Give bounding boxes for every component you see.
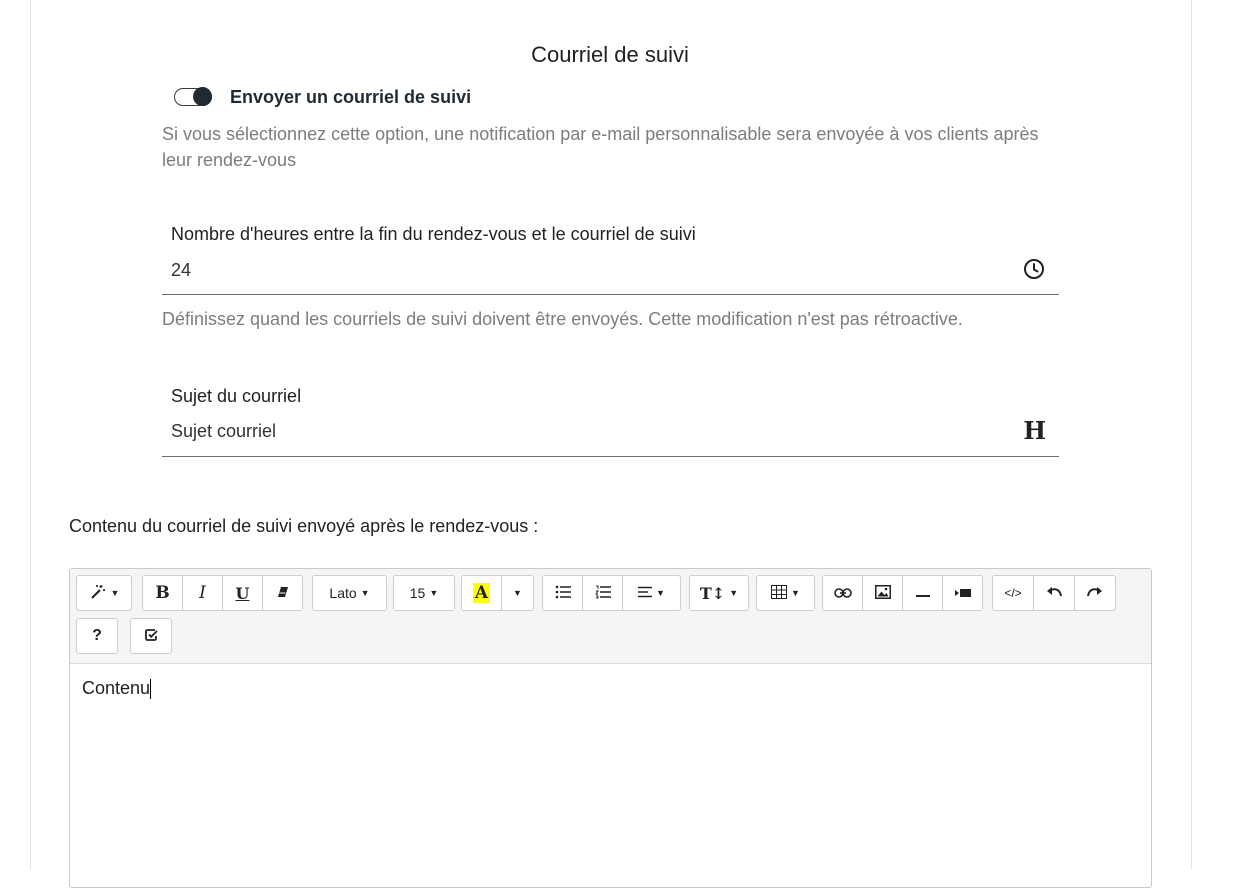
bullet-list-icon — [555, 585, 571, 602]
follow-up-toggle-row: Envoyer un courriel de suivi — [174, 85, 471, 109]
color-group: A ▼ — [461, 575, 534, 611]
hours-help-text: Définissez quand les courriels de suivi … — [162, 309, 963, 329]
numbered-list-icon — [594, 585, 611, 602]
eraser-icon — [276, 585, 290, 602]
italic-button[interactable]: I — [182, 575, 223, 611]
subject-input[interactable]: Sujet courriel — [171, 421, 276, 442]
table-group: ▼ — [756, 575, 815, 611]
clock-icon — [1022, 257, 1046, 286]
font-name-group: Lato ▼ — [312, 575, 387, 611]
subject-field-label: Sujet du courriel — [171, 386, 302, 406]
color-dropdown-button[interactable]: ▼ — [501, 575, 534, 611]
align-dropdown[interactable]: ▼ — [622, 575, 681, 611]
table-dropdown[interactable]: ▼ — [756, 575, 815, 611]
editor-content-text: Contenu — [82, 678, 151, 698]
toggle-knob — [193, 87, 212, 106]
font-size-value: 15 — [409, 585, 426, 601]
subject-field: Sujet du courriel Sujet courriel H — [162, 386, 1059, 457]
section-title: Courriel de suivi — [531, 42, 689, 67]
style-group: ▼ — [76, 575, 132, 611]
magic-wand-icon — [89, 583, 107, 604]
line-height-dropdown[interactable]: T↕ ▼ — [689, 575, 749, 611]
hours-field: Nombre d'heures entre la fin du rendez-v… — [162, 224, 1059, 295]
hours-input[interactable]: 24 — [171, 260, 191, 281]
redo-button[interactable] — [1074, 575, 1116, 611]
undo-icon — [1046, 585, 1062, 601]
content-label: Contenu du courriel de suivi envoyé aprè… — [69, 516, 539, 536]
editor-toolbar: ▼ B I U Lato ▼ 15 ▼ A ▼ ▼ T↕ ▼ ▼ </> ? — [70, 569, 1151, 664]
line-height-group: T↕ ▼ — [689, 575, 749, 611]
insert-group — [822, 575, 983, 611]
paragraph-group: ▼ — [542, 575, 681, 611]
follow-up-toggle[interactable] — [174, 87, 212, 106]
chevron-down-icon: ▼ — [513, 588, 522, 598]
help-button[interactable]: ? — [76, 618, 118, 654]
undo-button[interactable] — [1033, 575, 1075, 611]
horizontal-rule-icon — [915, 585, 930, 601]
redo-icon — [1087, 585, 1103, 601]
fullscreen-button[interactable] — [942, 575, 983, 611]
toggle-label: Envoyer un courriel de suivi — [230, 86, 472, 107]
align-left-icon — [638, 585, 653, 601]
check-square-icon — [144, 628, 158, 645]
toggle-help-text: Si vous sélectionnez cette option, une n… — [162, 124, 1039, 170]
horizontal-rule-button[interactable] — [902, 575, 943, 611]
text-height-icon: T↕ — [699, 583, 726, 603]
font-style-group: B I U — [142, 575, 303, 611]
link-button[interactable] — [822, 575, 863, 611]
unordered-list-button[interactable] — [542, 575, 583, 611]
validate-group — [130, 618, 172, 654]
highlight-icon: A — [472, 583, 491, 603]
image-button[interactable] — [862, 575, 903, 611]
font-name-dropdown[interactable]: Lato ▼ — [312, 575, 387, 611]
clear-format-button[interactable] — [262, 575, 303, 611]
bold-button[interactable]: B — [142, 575, 183, 611]
rich-text-editor: ▼ B I U Lato ▼ 15 ▼ A ▼ ▼ T↕ ▼ ▼ </> ? C… — [69, 568, 1152, 888]
heading-icon: H — [1023, 416, 1046, 445]
style-button[interactable]: ▼ — [76, 575, 132, 611]
validate-button[interactable] — [130, 618, 172, 654]
image-icon — [874, 584, 891, 602]
editor-content-area[interactable]: Contenu — [70, 664, 1151, 713]
ordered-list-button[interactable] — [582, 575, 623, 611]
help-group: ? — [76, 618, 118, 654]
misc-group: </> — [992, 575, 1116, 611]
underline-button[interactable]: U — [222, 575, 263, 611]
link-icon — [833, 585, 852, 601]
font-size-group: 15 ▼ — [393, 575, 455, 611]
table-icon — [771, 584, 788, 602]
font-name-value: Lato — [329, 585, 357, 601]
highlight-button[interactable]: A — [461, 575, 502, 611]
code-view-button[interactable]: </> — [992, 575, 1034, 611]
hours-field-label: Nombre d'heures entre la fin du rendez-v… — [171, 224, 696, 244]
font-size-dropdown[interactable]: 15 ▼ — [393, 575, 455, 611]
fullscreen-icon — [954, 585, 972, 601]
text-cursor — [150, 679, 152, 700]
